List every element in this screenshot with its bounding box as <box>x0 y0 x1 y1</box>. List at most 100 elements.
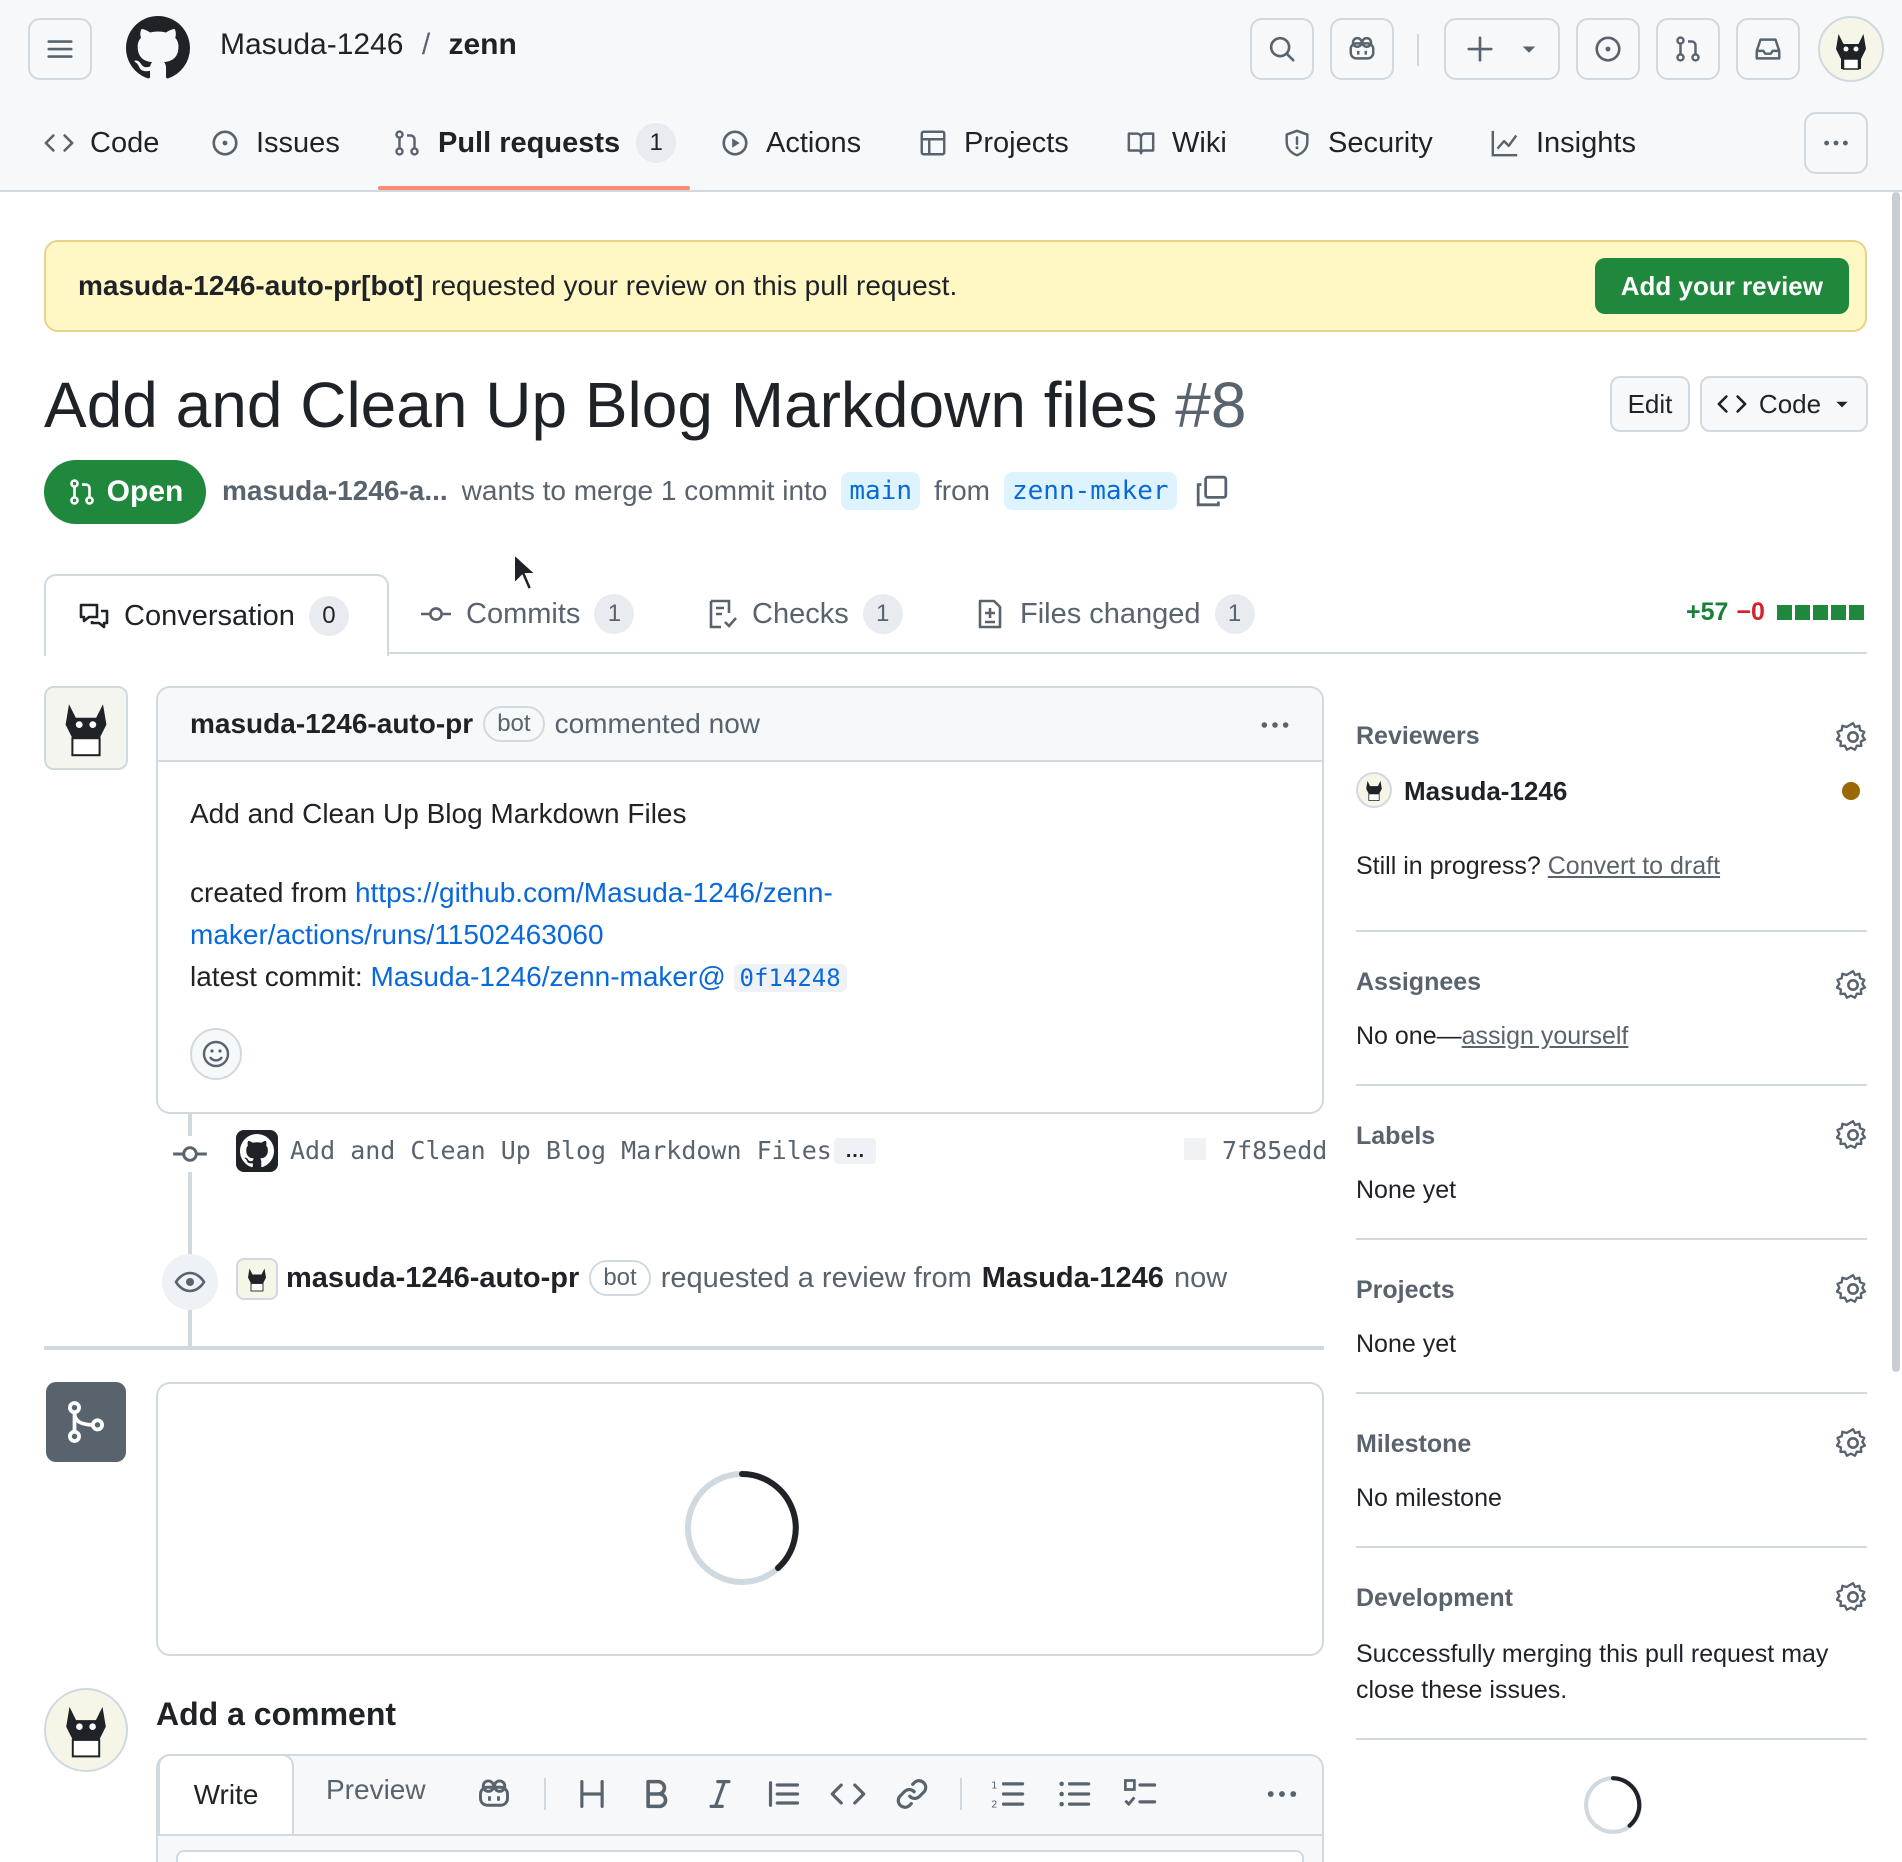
caret-down-icon <box>1522 46 1536 53</box>
assignees-value: No one—assign yourself <box>1356 1022 1628 1051</box>
pr-author[interactable]: masuda-1246-a... <box>222 475 448 507</box>
latest-commit-sha[interactable]: 0f14248 <box>733 964 847 992</box>
shield-icon <box>1285 129 1309 157</box>
italic-icon[interactable] <box>702 1776 738 1812</box>
review-time[interactable]: now <box>1174 1262 1227 1295</box>
unordered-list-icon[interactable] <box>1056 1776 1092 1812</box>
merge-box <box>156 1382 1324 1656</box>
copilot-button[interactable] <box>1330 18 1394 80</box>
tab-files-changed-label: Files changed <box>1020 597 1201 630</box>
inbox-button[interactable] <box>1736 18 1800 80</box>
reviewer-name[interactable]: Masuda-1246 <box>1404 776 1567 807</box>
comment-header: masuda-1246-auto-pr bot commented now <box>158 688 1322 762</box>
gear-icon[interactable] <box>1836 1580 1870 1614</box>
commit-message[interactable]: Add and Clean Up Blog Markdown Files <box>290 1136 832 1165</box>
tab-checks[interactable]: Checks 1 <box>706 574 903 654</box>
edit-button-label: Edit <box>1627 388 1673 419</box>
code-dropdown-button[interactable]: Code <box>1700 376 1868 432</box>
review-target[interactable]: Masuda-1246 <box>982 1262 1164 1295</box>
tab-pull-requests[interactable]: Pull requests 1 <box>392 118 677 168</box>
development-text-line1: Successfully merging this pull request m… <box>1356 1640 1829 1668</box>
gear-icon[interactable] <box>1836 968 1870 1002</box>
commit-sha[interactable]: 7f85edd <box>1222 1136 1327 1165</box>
pr-state-label: Open <box>106 475 184 508</box>
add-reaction-button[interactable] <box>190 1028 242 1080</box>
write-tab[interactable]: Write <box>158 1754 294 1834</box>
current-user-avatar[interactable] <box>44 1688 128 1772</box>
commit-author-avatar[interactable] <box>236 1130 278 1172</box>
gear-icon[interactable] <box>1836 1118 1870 1152</box>
tab-commits-label: Commits <box>466 597 581 630</box>
github-logo-icon[interactable] <box>126 16 190 80</box>
copy-icon[interactable] <box>1195 474 1229 508</box>
tab-projects[interactable]: Projects <box>918 118 1069 168</box>
add-your-review-button[interactable]: Add your review <box>1594 258 1849 314</box>
created-from-label: created from <box>190 877 355 908</box>
issues-button[interactable] <box>1576 18 1640 80</box>
review-request-text: requested a review from <box>660 1261 972 1294</box>
no-one-text: No one— <box>1356 1022 1462 1050</box>
issue-opened-icon <box>212 130 238 156</box>
gear-icon[interactable] <box>1836 720 1870 754</box>
workflow-run-link-continued[interactable]: maker/actions/runs/11502463060 <box>190 919 604 950</box>
tab-issues[interactable]: Issues <box>210 118 340 168</box>
page-scrollbar[interactable] <box>1892 192 1900 1372</box>
kebab-horizontal-icon[interactable] <box>1258 708 1292 742</box>
search-button[interactable] <box>1250 18 1314 80</box>
head-branch[interactable]: zenn-maker <box>1004 472 1177 510</box>
projects-value: None yet <box>1356 1330 1457 1358</box>
ordered-list-icon[interactable]: 12 <box>990 1776 1026 1812</box>
toolbar-divider <box>544 1778 546 1810</box>
comment-author[interactable]: masuda-1246-auto-pr <box>190 708 473 740</box>
comment-time[interactable]: commented now <box>555 708 760 740</box>
comment-author-avatar[interactable] <box>44 686 128 770</box>
quote-icon[interactable] <box>766 1776 802 1812</box>
tab-files-changed[interactable]: Files changed 1 <box>974 574 1255 654</box>
projects-heading: Projects <box>1356 1276 1455 1304</box>
tab-security[interactable]: Security <box>1282 118 1433 168</box>
bold-icon[interactable] <box>638 1776 674 1812</box>
heading-icon[interactable] <box>574 1776 610 1812</box>
cat-avatar-icon <box>66 1706 106 1758</box>
bot-label: bot <box>483 706 545 742</box>
create-new-button[interactable] <box>1444 18 1560 80</box>
edit-button[interactable]: Edit <box>1610 376 1690 432</box>
review-actor-avatar[interactable] <box>236 1258 278 1300</box>
assignees-heading: Assignees <box>1356 968 1482 996</box>
tab-wiki-label: Wiki <box>1172 126 1227 159</box>
comment-textarea[interactable] <box>176 1850 1304 1862</box>
breadcrumb-repo[interactable]: zenn <box>449 28 517 61</box>
breadcrumb-owner[interactable]: Masuda-1246 <box>220 28 403 61</box>
base-branch[interactable]: main <box>841 472 920 510</box>
diffstat-additions: +57 <box>1686 598 1729 626</box>
link-icon[interactable] <box>894 1776 930 1812</box>
pull-requests-button[interactable] <box>1656 18 1720 80</box>
kebab-horizontal-icon[interactable] <box>1264 1776 1300 1812</box>
preview-tab[interactable]: Preview <box>326 1774 426 1806</box>
tab-commits[interactable]: Commits 1 <box>420 574 635 654</box>
tasklist-icon[interactable] <box>1122 1776 1158 1812</box>
menu-button[interactable] <box>28 18 92 80</box>
copilot-icon[interactable] <box>476 1776 512 1812</box>
code-icon[interactable] <box>830 1776 866 1812</box>
banner-bot-name[interactable]: masuda-1246-auto-pr[bot] <box>78 270 423 302</box>
latest-commit-link[interactable]: Masuda-1246/zenn-maker@ <box>370 961 725 992</box>
workflow-run-link[interactable]: https://github.com/Masuda-1246/zenn- <box>355 877 833 908</box>
tab-conversation-label: Conversation <box>124 599 295 632</box>
tab-conversation[interactable]: Conversation 0 <box>44 574 389 656</box>
gear-icon[interactable] <box>1836 1272 1870 1306</box>
review-actor[interactable]: masuda-1246-auto-pr <box>286 1262 579 1295</box>
expand-commit-message-button[interactable]: … <box>834 1138 876 1164</box>
reviewer-avatar[interactable] <box>1356 772 1392 808</box>
tab-insights[interactable]: Insights <box>1490 118 1636 168</box>
tab-wiki[interactable]: Wiki <box>1126 118 1227 168</box>
assign-yourself-link[interactable]: assign yourself <box>1462 1022 1629 1050</box>
gear-icon[interactable] <box>1836 1426 1870 1460</box>
comment-discussion-icon <box>79 603 109 629</box>
convert-to-draft-link[interactable]: Convert to draft <box>1548 852 1720 880</box>
user-avatar[interactable] <box>1818 16 1884 82</box>
more-nav-button[interactable] <box>1804 112 1868 174</box>
tab-actions[interactable]: Actions <box>720 118 861 168</box>
tab-code[interactable]: Code <box>44 118 159 168</box>
milestone-value: No milestone <box>1356 1484 1502 1512</box>
